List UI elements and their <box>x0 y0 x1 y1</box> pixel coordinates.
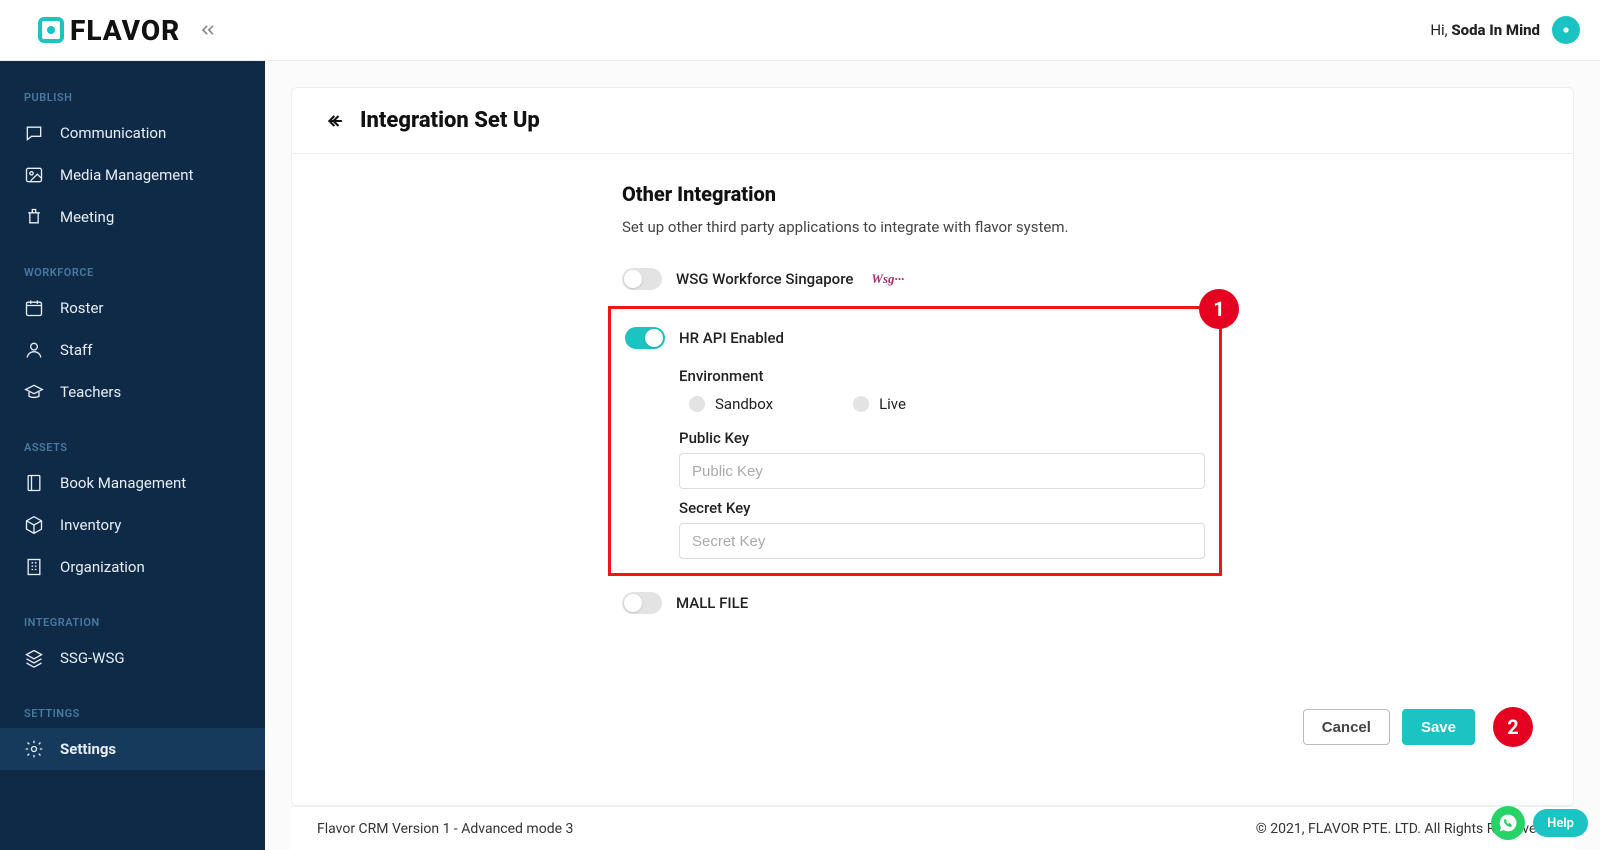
page-title: Integration Set Up <box>360 108 540 133</box>
image-icon <box>24 165 44 185</box>
save-button[interactable]: Save <box>1402 709 1475 745</box>
mall-file-toggle[interactable] <box>622 592 662 614</box>
sidebar-item-label: Organization <box>60 558 145 576</box>
footer-version: Flavor CRM Version 1 - Advanced mode 3 <box>317 821 573 837</box>
sidebar-item-inventory[interactable]: Inventory <box>0 504 265 546</box>
greeting-text: Hi, Soda In Mind <box>1430 21 1540 39</box>
sidebar-item-label: Book Management <box>60 474 186 492</box>
flavor-logo-icon <box>38 17 64 43</box>
settings-card: Integration Set Up Other Integration Set… <box>291 87 1574 806</box>
floating-widgets: Help <box>1491 806 1588 840</box>
section-description: Set up other third party applications to… <box>622 218 1222 236</box>
layers-icon <box>24 648 44 668</box>
wsg-badge: Wsg··· <box>871 271 904 287</box>
sidebar-section-workforce: WORKFORCE <box>0 256 265 287</box>
sidebar-item-label: Meeting <box>60 208 114 226</box>
sidebar-collapse-button[interactable] <box>198 20 218 40</box>
sidebar-item-book-management[interactable]: Book Management <box>0 462 265 504</box>
sidebar-item-teachers[interactable]: Teachers <box>0 371 265 413</box>
building-icon <box>24 557 44 577</box>
wsg-label: WSG Workforce Singapore <box>676 270 853 288</box>
env-sandbox-option[interactable]: Sandbox <box>689 395 773 413</box>
whatsapp-button[interactable] <box>1491 806 1525 840</box>
chat-icon <box>24 123 44 143</box>
sidebar-item-staff[interactable]: Staff <box>0 329 265 371</box>
box-icon <box>24 515 44 535</box>
app-footer: Flavor CRM Version 1 - Advanced mode 3 ©… <box>291 806 1574 850</box>
public-key-label: Public Key <box>679 429 1205 447</box>
wsg-toggle-row: WSG Workforce Singapore Wsg··· <box>622 260 1222 298</box>
radio-icon <box>689 396 705 412</box>
cancel-button[interactable]: Cancel <box>1303 709 1390 745</box>
section-heading: Other Integration <box>622 182 1222 206</box>
brand-name: FLAVOR <box>70 14 180 47</box>
back-arrow-icon[interactable] <box>326 111 346 131</box>
form-actions: Cancel Save 2 <box>332 687 1533 777</box>
sidebar-item-label: Inventory <box>60 516 121 534</box>
annotation-marker-2: 2 <box>1493 707 1533 747</box>
sidebar-item-label: Settings <box>60 740 116 758</box>
calendar-icon <box>24 298 44 318</box>
secret-key-label: Secret Key <box>679 499 1205 517</box>
sidebar-item-media-management[interactable]: Media Management <box>0 154 265 196</box>
sidebar-item-ssg-wsg[interactable]: SSG-WSG <box>0 637 265 679</box>
app-header: FLAVOR Hi, Soda In Mind <box>0 0 1600 61</box>
logo-area: FLAVOR <box>38 14 218 47</box>
sidebar-section-assets: ASSETS <box>0 431 265 462</box>
radio-icon <box>853 396 869 412</box>
secret-key-input[interactable] <box>679 523 1205 559</box>
podium-icon <box>24 207 44 227</box>
sidebar-section-publish: PUBLISH <box>0 81 265 112</box>
sidebar-item-label: SSG-WSG <box>60 649 125 667</box>
sidebar-item-label: Staff <box>60 341 92 359</box>
annotation-marker-1: 1 <box>1199 289 1239 329</box>
mall-file-toggle-row: MALL FILE <box>622 584 1222 622</box>
main-content: Integration Set Up Other Integration Set… <box>265 61 1600 850</box>
public-key-input[interactable] <box>679 453 1205 489</box>
sidebar-item-settings[interactable]: Settings <box>0 728 265 770</box>
wsg-toggle[interactable] <box>622 268 662 290</box>
sidebar-item-label: Roster <box>60 299 103 317</box>
sidebar-item-roster[interactable]: Roster <box>0 287 265 329</box>
sidebar-item-label: Media Management <box>60 166 193 184</box>
sidebar-item-organization[interactable]: Organization <box>0 546 265 588</box>
sidebar-section-integration: INTEGRATION <box>0 606 265 637</box>
header-user-area: Hi, Soda In Mind <box>1430 16 1580 44</box>
brand-logo[interactable]: FLAVOR <box>38 14 180 47</box>
hr-api-label: HR API Enabled <box>679 329 784 347</box>
sidebar-section-settings: SETTINGS <box>0 697 265 728</box>
main-sidebar: PUBLISH Communication Media Management M… <box>0 61 265 850</box>
help-button[interactable]: Help <box>1533 809 1588 837</box>
gear-icon <box>24 739 44 759</box>
hr-api-toggle-row: HR API Enabled <box>611 319 1205 357</box>
annotation-box-1: 1 HR API Enabled Environment Sandbox <box>608 306 1222 576</box>
sidebar-item-meeting[interactable]: Meeting <box>0 196 265 238</box>
sidebar-item-label: Teachers <box>60 383 121 401</box>
user-avatar-icon[interactable] <box>1552 16 1580 44</box>
book-icon <box>24 473 44 493</box>
env-live-option[interactable]: Live <box>853 395 906 413</box>
card-header: Integration Set Up <box>292 88 1573 154</box>
sidebar-item-communication[interactable]: Communication <box>0 112 265 154</box>
graduation-cap-icon <box>24 382 44 402</box>
environment-label: Environment <box>679 367 1205 385</box>
person-icon <box>24 340 44 360</box>
sidebar-item-label: Communication <box>60 124 166 142</box>
mall-file-label: MALL FILE <box>676 594 748 612</box>
hr-api-toggle[interactable] <box>625 327 665 349</box>
